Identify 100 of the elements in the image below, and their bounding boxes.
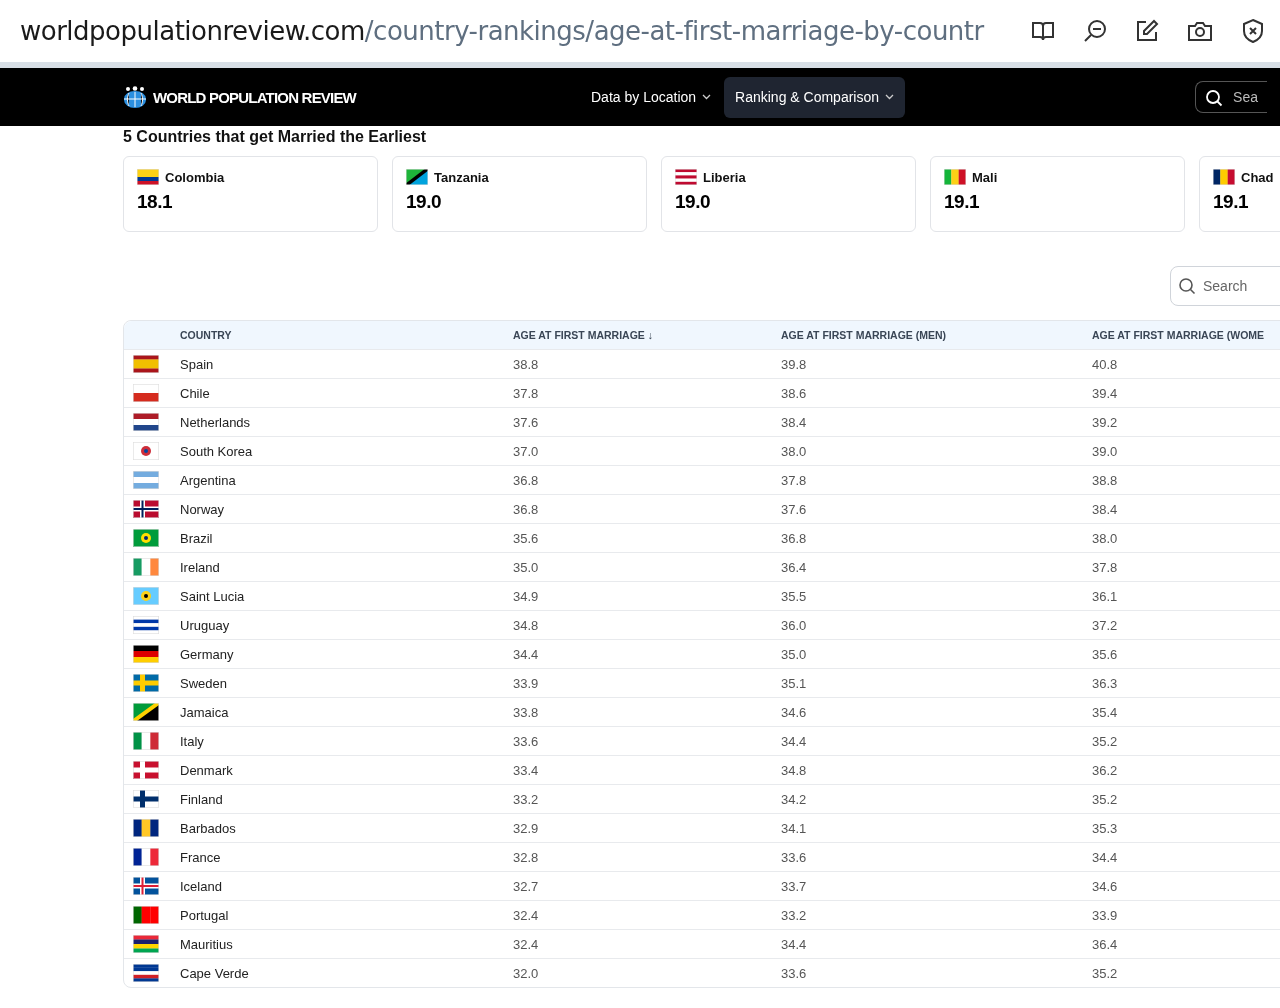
table-cell: 39.2 <box>1092 414 1118 430</box>
table-cell: 32.7 <box>513 878 539 894</box>
address-bar-url[interactable]: worldpopulationreview.com/country-rankings/age-at-first-marriage-by-countr <box>20 16 995 46</box>
table-cell: 35.5 <box>781 588 807 604</box>
table-cell: 37.8 <box>513 385 539 401</box>
caret-icon <box>885 94 895 100</box>
flag-icon <box>133 616 159 634</box>
country-name: Denmark <box>180 762 233 778</box>
table-cell: 34.4 <box>1092 849 1118 865</box>
country-name: Uruguay <box>180 617 230 633</box>
age-value: 19.1 <box>1213 191 1249 213</box>
table-cell: 36.1 <box>1092 588 1118 604</box>
edit-icon[interactable] <box>1134 18 1160 44</box>
country-name: Cape Verde <box>180 965 249 981</box>
column-header[interactable]: AGE AT FIRST MARRIAGE (WOME <box>1092 329 1265 341</box>
table-cell: 34.8 <box>781 762 807 778</box>
search-field[interactable]: Sea <box>1195 81 1268 113</box>
table-cell: 35.4 <box>1092 704 1118 720</box>
table-cell: 32.8 <box>513 849 539 865</box>
flag-icon <box>133 819 159 837</box>
table-cell: 33.4 <box>513 762 539 778</box>
country-name: Brazil <box>180 530 213 546</box>
flag-icon <box>133 645 159 663</box>
country-name: Norway <box>180 501 225 517</box>
flag-icon <box>133 529 159 547</box>
table-cell: 36.8 <box>513 501 539 517</box>
flag-icon <box>133 732 159 750</box>
table-cell: 35.2 <box>1092 733 1118 749</box>
table-cell: 36.8 <box>513 472 539 488</box>
flag-icon <box>133 906 159 924</box>
column-header[interactable]: COUNTRY <box>180 329 232 341</box>
country-name: South Korea <box>180 443 253 459</box>
table-cell: 38.8 <box>513 356 539 372</box>
search-icon <box>1205 89 1224 107</box>
flag-icon <box>133 877 159 895</box>
site-logo[interactable]: WORLD POPULATION REVIEW <box>153 88 356 106</box>
country-name: Mali <box>972 169 998 185</box>
table-cell: 38.8 <box>1092 472 1118 488</box>
flag-icon <box>133 761 159 779</box>
table-cell: 32.0 <box>513 965 539 981</box>
table-cell: 33.9 <box>513 675 539 691</box>
country-name: Germany <box>180 646 234 662</box>
table-cell: 37.6 <box>513 414 539 430</box>
table-cell: 33.6 <box>513 733 539 749</box>
country-name: France <box>180 849 221 865</box>
table-cell: 32.4 <box>513 936 539 952</box>
table-cell: 34.2 <box>781 791 807 807</box>
age-value: 18.1 <box>137 191 173 213</box>
table-cell: 35.6 <box>513 530 539 546</box>
country-name: Sweden <box>180 675 227 691</box>
flag-icon <box>137 169 159 185</box>
country-name: Liberia <box>703 169 746 185</box>
zoom-out-icon[interactable] <box>1082 18 1108 44</box>
flag-icon <box>133 848 159 866</box>
flag-icon <box>133 674 159 692</box>
flag-icon <box>133 384 159 402</box>
table-cell: 36.4 <box>781 559 807 575</box>
section-heading: 5 Countries that get Married the Earliest <box>123 128 428 146</box>
table-cell: 36.3 <box>1092 675 1118 691</box>
flag-icon <box>406 169 428 185</box>
table-cell: 38.0 <box>781 443 807 459</box>
column-header[interactable]: AGE AT FIRST MARRIAGE (MEN) <box>781 329 947 341</box>
flag-icon <box>133 471 159 489</box>
table-cell: 34.6 <box>1092 878 1118 894</box>
table-cell: 34.9 <box>513 588 539 604</box>
column-header[interactable]: AGE AT FIRST MARRIAGE ↓ <box>513 329 653 341</box>
table-cell: 33.6 <box>781 849 807 865</box>
table-cell: 39.0 <box>1092 443 1118 459</box>
country-name: Iceland <box>180 878 222 894</box>
table-cell: 35.0 <box>781 646 807 662</box>
table-cell: 39.4 <box>1092 385 1118 401</box>
table-cell: 35.2 <box>1092 965 1118 981</box>
table-cell: 37.6 <box>781 501 807 517</box>
country-name: Colombia <box>165 169 225 185</box>
table-cell: 33.9 <box>1092 907 1118 923</box>
table-cell: 36.2 <box>1092 762 1118 778</box>
country-name: Portugal <box>180 907 229 923</box>
table-cell: 39.8 <box>781 356 807 372</box>
table-cell: 33.7 <box>781 878 807 894</box>
table-cell: 35.6 <box>1092 646 1118 662</box>
table-cell: 34.8 <box>513 617 539 633</box>
flag-icon <box>133 587 159 605</box>
table-cell: 36.0 <box>781 617 807 633</box>
country-name: Tanzania <box>434 169 489 185</box>
table-cell: 35.2 <box>1092 791 1118 807</box>
nav-menu[interactable]: Data by Location <box>580 76 723 118</box>
country-name: Finland <box>180 791 223 807</box>
nav-menu[interactable]: Ranking & Comparison <box>724 76 906 118</box>
table-cell: 34.4 <box>513 646 539 662</box>
country-name: Spain <box>180 356 214 372</box>
table-cell: 33.8 <box>513 704 539 720</box>
table-cell: 35.1 <box>781 675 807 691</box>
shield-close-icon[interactable] <box>1240 18 1266 44</box>
flag-icon <box>1213 169 1235 185</box>
country-name: Saint Lucia <box>180 588 245 604</box>
table-cell: 37.0 <box>513 443 539 459</box>
age-value: 19.0 <box>675 191 711 213</box>
country-name: Ireland <box>180 559 220 575</box>
caret-icon <box>702 94 712 100</box>
table-cell: 34.4 <box>781 936 807 952</box>
